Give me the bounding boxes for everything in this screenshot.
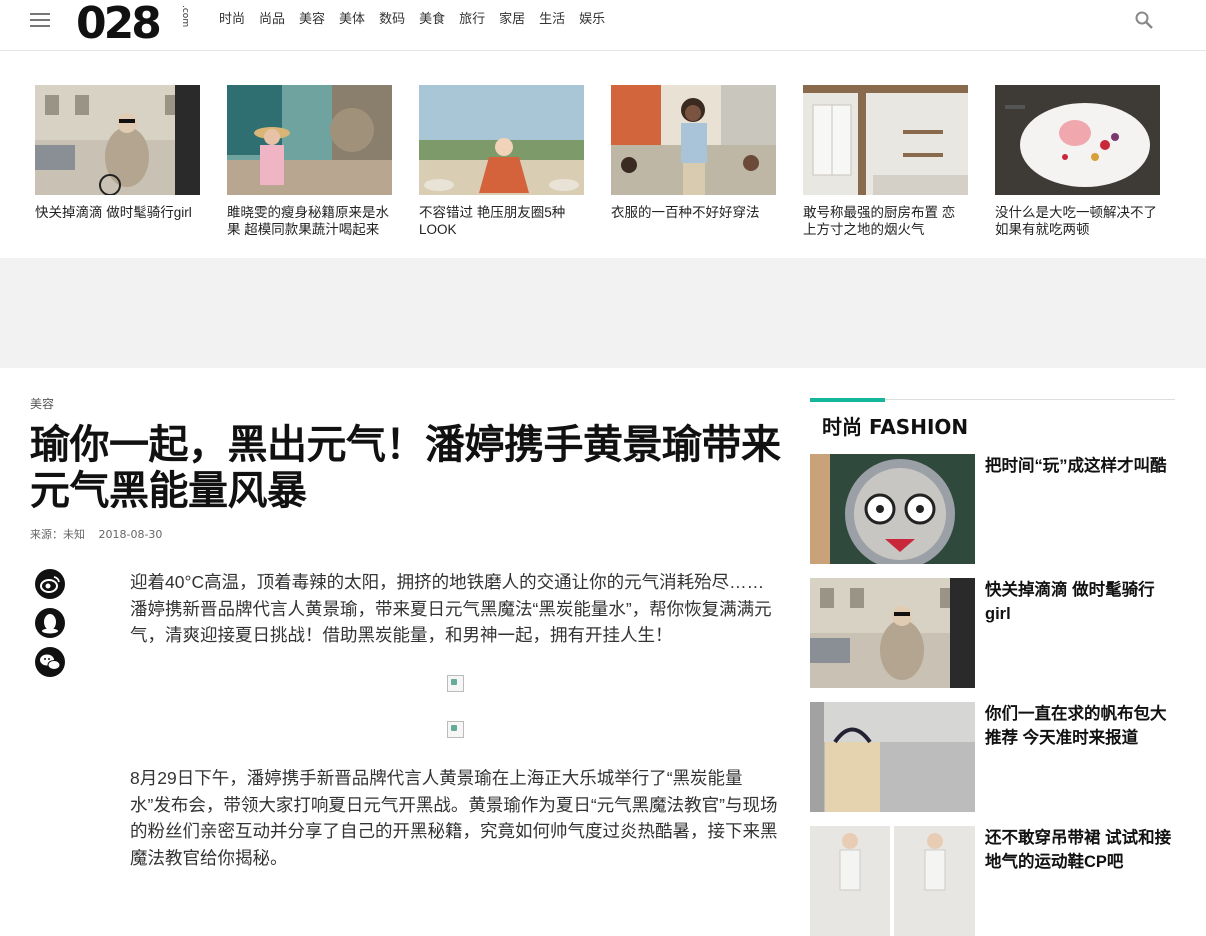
thumb-card[interactable]: 敢号称最强的厨房布置 恋上方寸之地的烟火气 [803, 85, 968, 238]
share-qq-icon[interactable] [35, 608, 65, 638]
nav-item-shangpin[interactable]: 尚品 [259, 11, 285, 29]
thumb-image-cyclist[interactable] [35, 85, 200, 195]
logo-domain: .com [180, 5, 190, 28]
nav-item-lvxing[interactable]: 旅行 [459, 11, 485, 29]
thumb-caption[interactable]: 没什么是大吃一顿解决不了 如果有就吃两顿 [995, 204, 1160, 238]
nav-item-meiti[interactable]: 美体 [339, 11, 365, 29]
article-date: 2018-08-30 [98, 528, 163, 541]
menu-icon[interactable] [30, 13, 50, 29]
sidebar-image-canvas-bag[interactable] [810, 702, 975, 812]
nav-item-shishang[interactable]: 时尚 [219, 11, 245, 29]
thumb-card[interactable]: 雎晓雯的瘦身秘籍原来是水果 超模同款果蔬汁喝起来 [227, 85, 392, 238]
share-weibo-icon[interactable] [35, 569, 65, 599]
nav-item-yule[interactable]: 娱乐 [579, 11, 605, 29]
sidebar-item[interactable]: 把时间“玩”成这样才叫酷 [810, 454, 1175, 564]
thumb-image-woman-sunhat[interactable] [227, 85, 392, 195]
logo-text: 028 [76, 0, 162, 49]
nav-item-shuma[interactable]: 数码 [379, 11, 405, 29]
sidebar-accent-bar [810, 398, 885, 402]
thumb-image-street-style[interactable] [611, 85, 776, 195]
thumb-image-dessert[interactable] [995, 85, 1160, 195]
sidebar-item[interactable]: 还不敢穿吊带裙 试试和接地气的运动鞋CP吧 [810, 826, 1175, 936]
sidebar-item-title[interactable]: 还不敢穿吊带裙 试试和接地气的运动鞋CP吧 [985, 826, 1180, 874]
share-wechat-icon[interactable] [35, 647, 65, 677]
thumb-caption[interactable]: 快关掉滴滴 做时髦骑行girl [35, 204, 200, 221]
nav-item-meishi[interactable]: 美食 [419, 11, 445, 29]
thumb-caption[interactable]: 不容错过 艳压朋友圈5种LOOK [419, 204, 584, 238]
top-header: 028 .com 时尚 尚品 美容 美体 数码 美食 旅行 家居 生活 娱乐 [0, 0, 1206, 51]
sidebar-item-title[interactable]: 把时间“玩”成这样才叫酷 [985, 454, 1180, 478]
nav-item-meirong[interactable]: 美容 [299, 11, 325, 29]
thumb-card[interactable]: 快关掉滴滴 做时髦骑行girl [35, 85, 200, 238]
thumb-card[interactable]: 衣服的一百种不好好穿法 [611, 85, 776, 238]
article-meta: 来源：未知 2018-08-30 [30, 526, 172, 542]
sidebar-item-title[interactable]: 快关掉滴滴 做时髦骑行girl [985, 578, 1180, 626]
search-icon[interactable] [1135, 11, 1153, 29]
thumb-image-beach[interactable] [419, 85, 584, 195]
featured-thumbs: 快关掉滴滴 做时髦骑行girl 雎晓雯的瘦身秘籍原来是水果 超模同款果蔬汁喝起来… [35, 85, 1175, 238]
article-source: 来源：未知 [30, 528, 85, 541]
article-paragraph-1: 迎着40°C高温，顶着毒辣的太阳，拥挤的地铁磨人的交通让你的元气消耗殆尽……潘婷… [130, 572, 772, 645]
sidebar-item[interactable]: 快关掉滴滴 做时髦骑行girl [810, 578, 1175, 688]
thumb-card[interactable]: 没什么是大吃一顿解决不了 如果有就吃两顿 [995, 85, 1160, 238]
article-title: 瑜你一起，黑出元气！潘婷携手黄景瑜带来元气黑能量风暴 [30, 422, 781, 514]
article-image-placeholder [447, 675, 464, 692]
main-nav: 时尚 尚品 美容 美体 数码 美食 旅行 家居 生活 娱乐 [219, 11, 619, 29]
nav-item-jiaju[interactable]: 家居 [499, 11, 525, 29]
thumb-caption[interactable]: 雎晓雯的瘦身秘籍原来是水果 超模同款果蔬汁喝起来 [227, 204, 392, 238]
thumb-caption[interactable]: 衣服的一百种不好好穿法 [611, 204, 776, 221]
sidebar-image-watch[interactable] [810, 454, 975, 564]
sidebar-image-cyclist[interactable] [810, 578, 975, 688]
sidebar-heading: 时尚 FASHION [822, 415, 969, 439]
sidebar-image-runway[interactable] [810, 826, 975, 936]
ad-banner-placeholder [0, 258, 1206, 368]
thumb-card[interactable]: 不容错过 艳压朋友圈5种LOOK [419, 85, 584, 238]
sidebar-item[interactable]: 你们一直在求的帆布包大推荐 今天准时来报道 [810, 702, 1175, 812]
site-logo[interactable]: 028 .com [76, 0, 190, 49]
article-paragraph-2: 8月29日下午，潘婷携手新晋品牌代言人黄景瑜在上海正大乐城举行了“黑炭能量水”发… [130, 768, 778, 868]
thumb-image-kitchen[interactable] [803, 85, 968, 195]
article-category[interactable]: 美容 [30, 395, 54, 412]
thumb-caption[interactable]: 敢号称最强的厨房布置 恋上方寸之地的烟火气 [803, 204, 968, 238]
nav-item-shenghuo[interactable]: 生活 [539, 11, 565, 29]
article-image-placeholder [447, 721, 464, 738]
sidebar-item-title[interactable]: 你们一直在求的帆布包大推荐 今天准时来报道 [985, 702, 1180, 750]
